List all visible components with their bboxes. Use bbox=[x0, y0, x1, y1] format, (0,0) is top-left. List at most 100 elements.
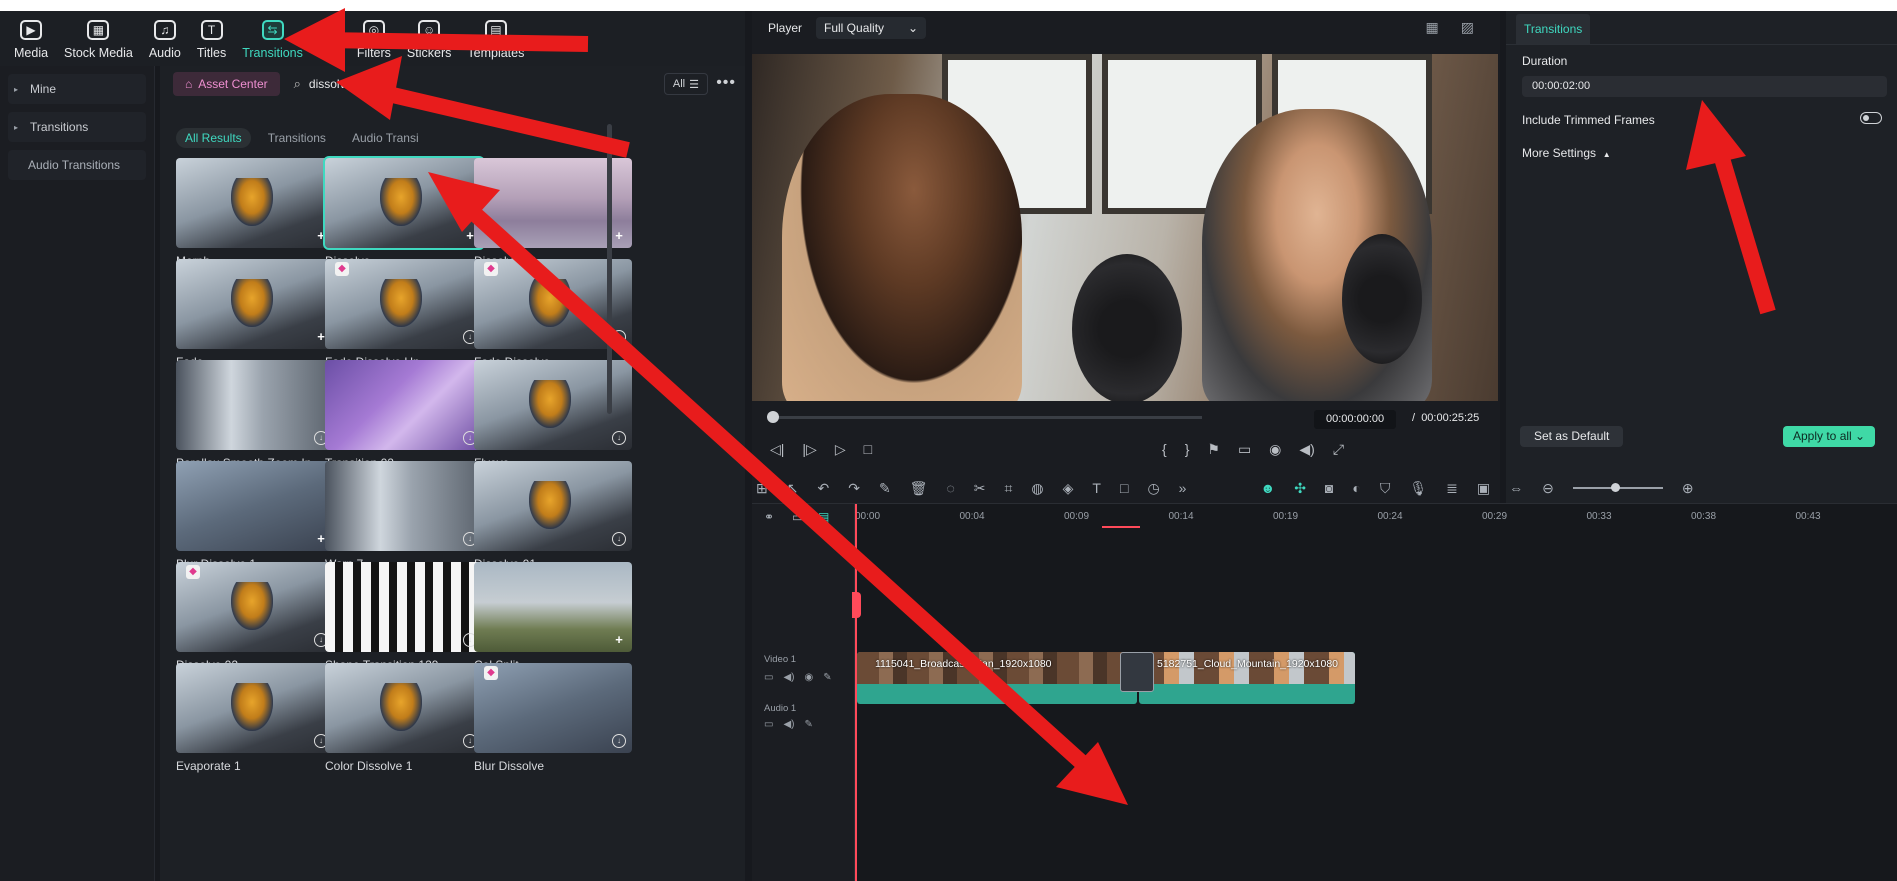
cut-icon[interactable]: ✂ bbox=[974, 480, 986, 497]
snapshot-icon[interactable]: ▨ bbox=[1461, 19, 1474, 36]
duration-field[interactable]: 00:00:02:00 bbox=[1522, 76, 1887, 97]
transition-clip[interactable] bbox=[1120, 652, 1154, 692]
progress-knob[interactable] bbox=[767, 411, 779, 423]
scrollbar[interactable] bbox=[607, 124, 612, 414]
playback-progress[interactable] bbox=[767, 411, 1202, 423]
magic-icon[interactable]: ✎ bbox=[879, 480, 891, 497]
mark-in-icon[interactable]: { bbox=[1162, 441, 1167, 458]
transition-thumbnail[interactable]: ◆ ↓ bbox=[176, 562, 334, 652]
ai-face-icon[interactable]: ☻ bbox=[1260, 480, 1275, 496]
eye-icon[interactable]: ◉ bbox=[804, 672, 813, 683]
display-icon[interactable]: ▭ bbox=[1238, 441, 1251, 458]
transition-thumbnail[interactable]: ↓ bbox=[325, 663, 483, 753]
fullscreen-icon[interactable]: ⤢ bbox=[1333, 441, 1344, 458]
transition-thumbnail[interactable]: ↓ bbox=[325, 562, 483, 652]
grid-view-icon[interactable]: ▦ bbox=[1426, 19, 1439, 36]
folder-icon[interactable]: ▭ bbox=[764, 719, 773, 730]
tab-titles[interactable]: T Titles bbox=[189, 11, 234, 66]
speed-icon[interactable]: ◷ bbox=[1147, 480, 1159, 497]
transition-thumbnail[interactable]: + bbox=[176, 259, 334, 349]
transition-thumbnail[interactable]: + bbox=[176, 461, 334, 551]
undo-icon[interactable]: ↶ bbox=[817, 480, 829, 497]
render-icon[interactable]: ◐ bbox=[1352, 480, 1360, 496]
mic-icon[interactable]: 🎙 bbox=[1409, 480, 1427, 497]
transition-card[interactable]: ◆ ↓ Blur Dissolve bbox=[474, 663, 632, 785]
transition-card[interactable]: ↓ Evaporate 1 bbox=[176, 663, 334, 785]
color-icon[interactable]: ◈ bbox=[1063, 480, 1074, 497]
include-trimmed-toggle[interactable] bbox=[1860, 112, 1882, 124]
quality-dropdown[interactable]: Full Quality ⌄ bbox=[816, 16, 927, 39]
transition-thumbnail[interactable]: + bbox=[176, 158, 334, 248]
download-icon[interactable]: ↓ bbox=[612, 330, 626, 344]
add-track-icon[interactable]: ▤ bbox=[818, 510, 829, 524]
tab-all-results[interactable]: All Results bbox=[176, 128, 251, 148]
sidebar-item-audio-transitions[interactable]: Audio Transitions bbox=[8, 150, 146, 180]
delete-icon[interactable]: 🗑 bbox=[910, 480, 928, 497]
tab-audio-transitions[interactable]: Audio Transi bbox=[343, 128, 428, 148]
video-clip[interactable]: 5182751_Cloud_Mountain_1920x1080 bbox=[1139, 652, 1355, 704]
transition-thumbnail[interactable]: ↓ bbox=[176, 663, 334, 753]
prev-frame-icon[interactable]: ◁| bbox=[770, 441, 784, 458]
playhead-handle[interactable] bbox=[852, 592, 861, 618]
transition-thumbnail[interactable]: ↓ bbox=[176, 360, 334, 450]
mask-icon[interactable]: ◍ bbox=[1031, 480, 1043, 497]
lock-icon[interactable]: ✎ bbox=[804, 719, 812, 730]
snap-icon[interactable]: ✣ bbox=[1294, 480, 1306, 497]
speaker-icon[interactable]: ◀) bbox=[783, 719, 794, 730]
download-icon[interactable]: ↓ bbox=[612, 532, 626, 546]
transition-thumbnail[interactable]: ↓ bbox=[474, 461, 632, 551]
download-icon[interactable]: ↓ bbox=[612, 734, 626, 748]
audio-mix-icon[interactable]: ≣ bbox=[1446, 480, 1458, 497]
track-manager-icon[interactable]: ▭ bbox=[792, 510, 803, 524]
zoom-in-icon[interactable]: ⊕ bbox=[1682, 480, 1694, 497]
apply-to-all-button[interactable]: Apply to all ⌄ bbox=[1783, 426, 1876, 447]
next-frame-icon[interactable]: ▷ bbox=[835, 441, 846, 458]
add-icon[interactable]: + bbox=[612, 229, 626, 243]
asset-center-button[interactable]: ⌂ Asset Center bbox=[173, 72, 280, 96]
download-icon[interactable]: ↓ bbox=[612, 431, 626, 445]
transition-thumbnail[interactable]: + bbox=[474, 562, 632, 652]
detach-icon[interactable]: ◌ bbox=[946, 480, 954, 496]
volume-icon[interactable]: ◀) bbox=[1299, 441, 1314, 458]
transition-card[interactable]: ↓ Color Dissolve 1 bbox=[325, 663, 483, 785]
speaker-icon[interactable]: ◀) bbox=[783, 672, 794, 683]
filter-dropdown[interactable]: All ☰ bbox=[663, 73, 708, 95]
tab-transitions[interactable]: Transitions bbox=[259, 128, 335, 148]
shape-icon[interactable]: □ bbox=[1120, 480, 1128, 496]
template-icon[interactable]: ▣ bbox=[1477, 480, 1490, 497]
stop-icon[interactable]: □ bbox=[864, 441, 872, 458]
add-icon[interactable]: + bbox=[612, 633, 626, 647]
tab-e[interactable]: ✦ E bbox=[311, 11, 349, 66]
transition-thumbnail[interactable]: ◆ ↓ bbox=[474, 663, 632, 753]
marker-icon[interactable]: ⚑ bbox=[1207, 441, 1220, 458]
record-icon[interactable]: ◙ bbox=[1325, 480, 1333, 496]
zoom-out-icon[interactable]: ⊖ bbox=[1542, 480, 1554, 497]
lock-icon[interactable]: ✎ bbox=[823, 672, 831, 683]
crop-icon[interactable]: ⌗ bbox=[1005, 480, 1013, 497]
video-clip[interactable]: 1115041_Broadcast_Man_1920x1080 bbox=[857, 652, 1137, 704]
more-tools-icon[interactable]: » bbox=[1179, 480, 1187, 496]
sidebar-item-transitions[interactable]: ▸ Transitions bbox=[8, 112, 146, 142]
mark-out-icon[interactable]: } bbox=[1185, 441, 1190, 458]
tab-media[interactable]: ▶ Media bbox=[6, 11, 56, 66]
time-ruler[interactable]: 00:00 00:04 00:09 00:14 00:19 00:24 00:29 00:33… bbox=[855, 504, 1897, 528]
more-settings-toggle[interactable]: More Settings ▲ bbox=[1522, 146, 1611, 160]
folder-icon[interactable]: ▭ bbox=[764, 672, 773, 683]
tab-templates[interactable]: ▤ Templates bbox=[459, 11, 532, 66]
tab-filters[interactable]: ◎ Filters bbox=[349, 11, 399, 66]
tab-audio[interactable]: ♫ Audio bbox=[141, 11, 189, 66]
link-clips-icon[interactable]: ⚭ bbox=[764, 510, 774, 524]
search-input[interactable] bbox=[308, 77, 609, 91]
more-options-icon[interactable]: ••• bbox=[716, 74, 736, 92]
zoom-slider[interactable] bbox=[1572, 483, 1663, 492]
tab-transitions[interactable]: ⇆ Transitions bbox=[234, 11, 311, 66]
set-as-default-button[interactable]: Set as Default bbox=[1520, 426, 1624, 447]
tab-transitions-properties[interactable]: Transitions bbox=[1516, 14, 1591, 44]
tab-stock-media[interactable]: ▦ Stock Media bbox=[56, 11, 141, 66]
shield-icon[interactable]: ⛉ bbox=[1380, 480, 1391, 497]
tab-stickers[interactable]: ☺ Stickers bbox=[399, 11, 459, 66]
transition-thumbnail[interactable]: ◆ ↓ bbox=[325, 259, 483, 349]
text-icon[interactable]: T bbox=[1092, 480, 1101, 496]
transition-thumbnail[interactable]: ↓ bbox=[325, 360, 483, 450]
transition-thumbnail[interactable]: + bbox=[323, 156, 485, 250]
